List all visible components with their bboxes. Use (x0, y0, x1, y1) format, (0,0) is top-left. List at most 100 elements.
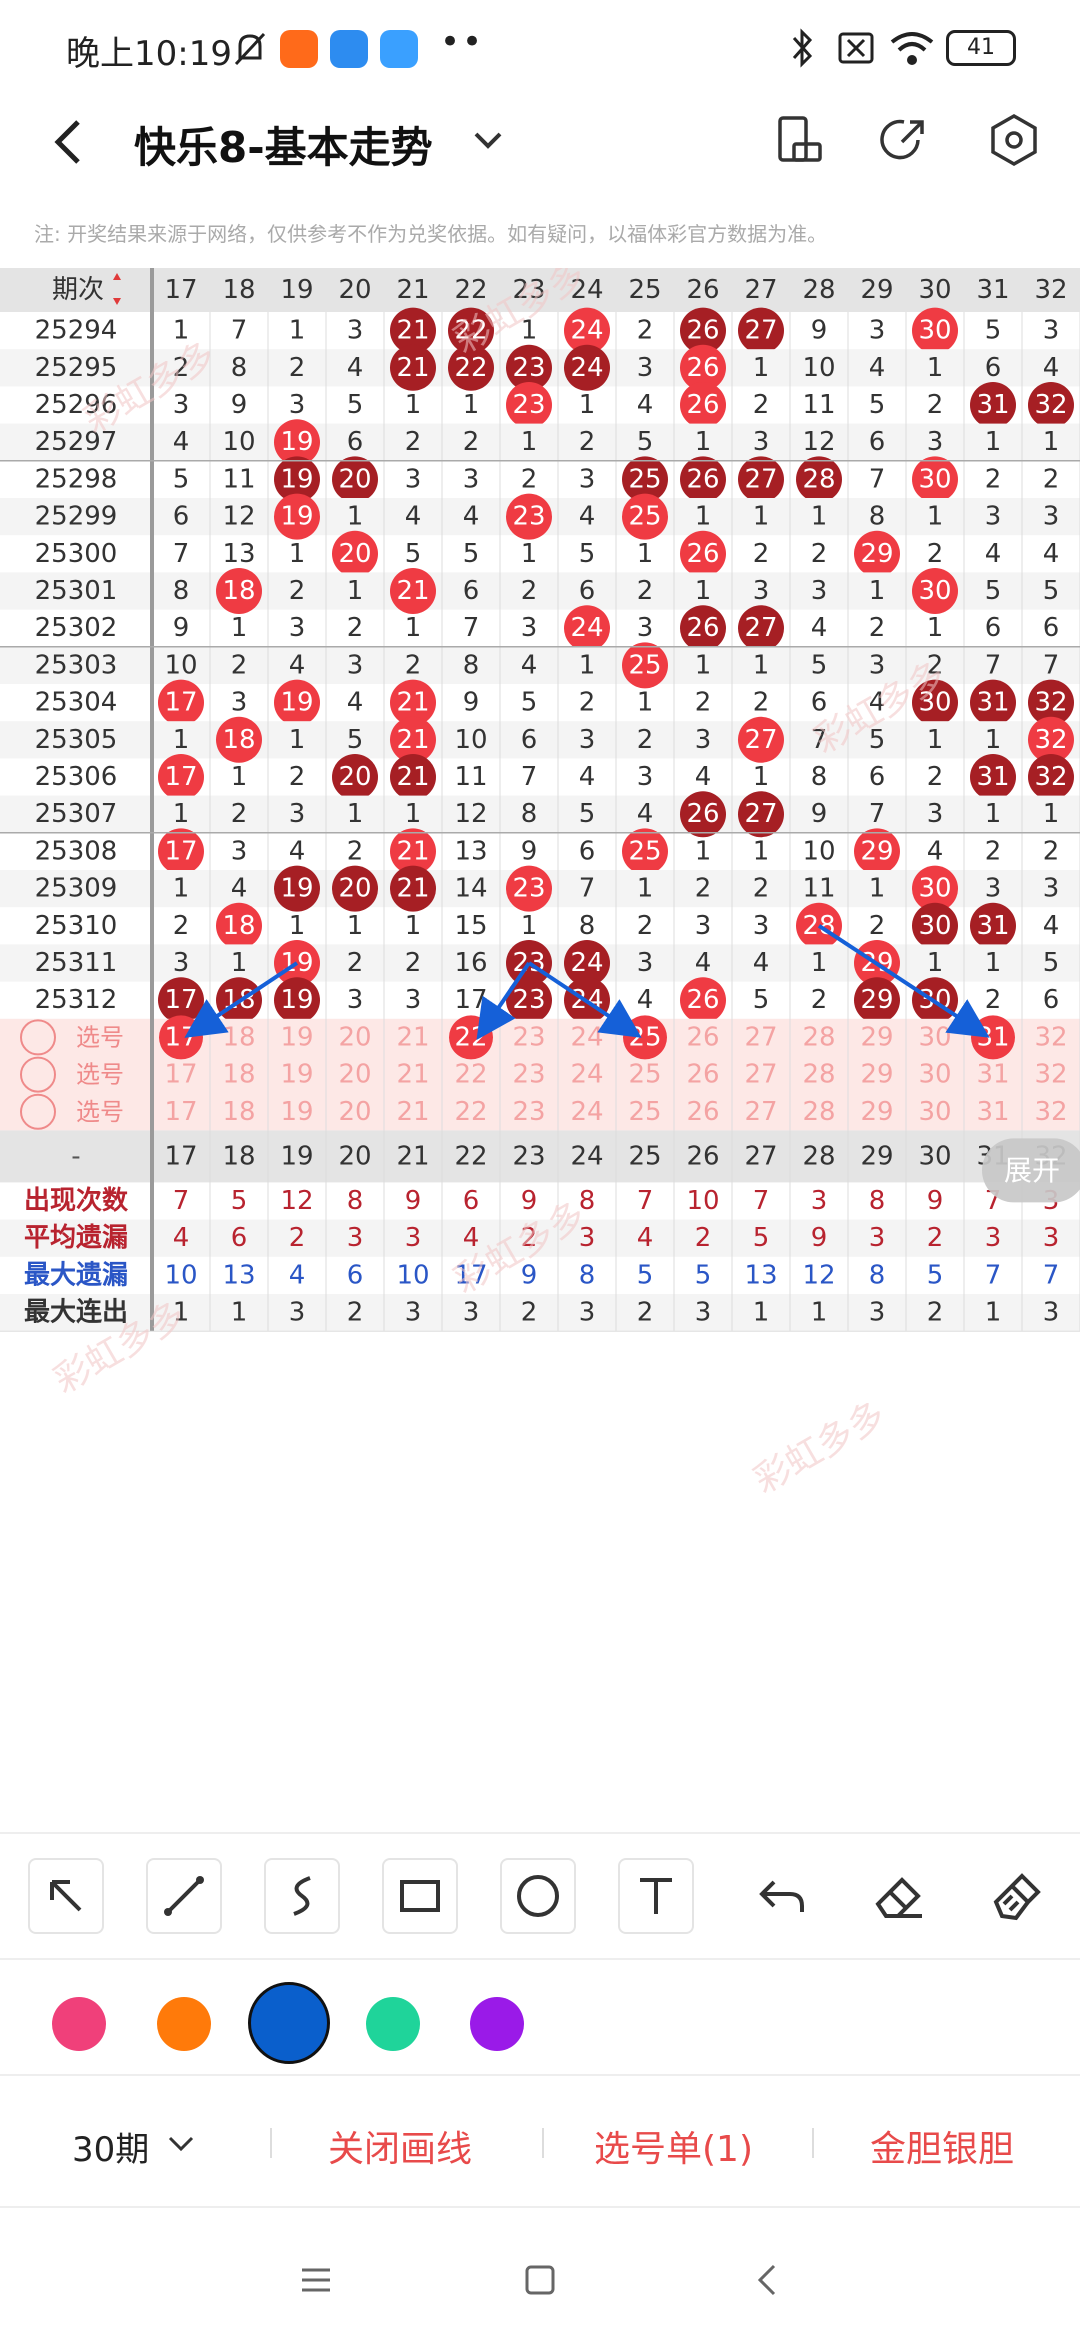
drawn-number[interactable]: 17 (164, 836, 197, 866)
pick-number[interactable]: 32 (1034, 1097, 1067, 1127)
drawn-number[interactable]: 31 (976, 762, 1009, 792)
drawn-number[interactable]: 23 (512, 390, 545, 420)
pick-number[interactable]: 20 (338, 1097, 371, 1127)
drawn-number[interactable]: 17 (164, 762, 197, 792)
drawn-number[interactable]: 32 (1034, 390, 1067, 420)
menu-icon[interactable] (296, 2260, 336, 2300)
pick-number[interactable]: 23 (512, 1022, 545, 1052)
drawn-number[interactable]: 20 (338, 464, 371, 494)
drawn-number[interactable]: 18 (222, 725, 255, 755)
pick-number[interactable]: 26 (686, 1097, 719, 1127)
pick-number[interactable]: 27 (744, 1060, 777, 1090)
circle-tool-button[interactable] (500, 1858, 576, 1934)
drawn-number[interactable]: 30 (918, 576, 951, 606)
pick-number[interactable]: 24 (570, 1097, 603, 1127)
drawn-number[interactable]: 21 (396, 316, 429, 346)
drawn-number[interactable]: 30 (918, 316, 951, 346)
pick-number[interactable]: 23 (512, 1060, 545, 1090)
drawn-number[interactable]: 20 (338, 539, 371, 569)
undo-icon[interactable] (744, 1860, 820, 1936)
eraser-icon[interactable] (862, 1860, 938, 1936)
drawn-number[interactable]: 21 (396, 353, 429, 383)
drawn-number[interactable]: 23 (512, 874, 545, 904)
drawn-number[interactable]: 29 (860, 539, 893, 569)
drawn-number[interactable]: 19 (280, 985, 313, 1015)
pick-number[interactable]: 30 (918, 1022, 951, 1052)
drawn-number[interactable]: 26 (686, 539, 719, 569)
pick-number[interactable]: 18 (222, 1060, 255, 1090)
settings-gear-icon[interactable] (984, 110, 1044, 170)
back-icon[interactable] (748, 2260, 788, 2300)
text-tool-button[interactable] (618, 1858, 694, 1934)
drawn-number[interactable]: 17 (164, 985, 197, 1015)
pick-number[interactable]: 17 (164, 1060, 197, 1090)
drawn-number[interactable]: 31 (976, 390, 1009, 420)
drawn-number[interactable]: 25 (628, 464, 661, 494)
drawn-number[interactable]: 21 (396, 836, 429, 866)
pick-list-button[interactable]: 选号单(1) (594, 2120, 753, 2172)
curve-tool-button[interactable] (264, 1858, 340, 1934)
clear-brush-icon[interactable] (978, 1860, 1054, 1936)
drawn-number[interactable]: 26 (686, 799, 719, 829)
drawn-number[interactable]: 19 (280, 502, 313, 532)
drawn-number[interactable]: 30 (918, 911, 951, 941)
drawn-number[interactable]: 23 (512, 985, 545, 1015)
drawn-number[interactable]: 26 (686, 464, 719, 494)
drawn-number[interactable]: 31 (976, 911, 1009, 941)
pick-number[interactable]: 19 (280, 1022, 313, 1052)
picked-number[interactable]: 17 (164, 1022, 197, 1052)
drawn-number[interactable]: 24 (570, 613, 603, 643)
drawn-number[interactable]: 21 (396, 874, 429, 904)
pick-number[interactable]: 30 (918, 1060, 951, 1090)
drawn-number[interactable]: 25 (628, 502, 661, 532)
pick-number[interactable]: 18 (222, 1022, 255, 1052)
drawn-number[interactable]: 27 (744, 613, 777, 643)
drawn-number[interactable]: 26 (686, 985, 719, 1015)
gold-silver-button[interactable]: 金胆银胆 (870, 2120, 1014, 2172)
chevron-down-icon[interactable] (470, 122, 506, 158)
pick-number[interactable]: 29 (860, 1022, 893, 1052)
drawn-number[interactable]: 19 (280, 874, 313, 904)
drawn-number[interactable]: 31 (976, 688, 1009, 718)
pick-number[interactable]: 29 (860, 1060, 893, 1090)
pick-number[interactable]: 29 (860, 1097, 893, 1127)
pick-label[interactable]: 选号 (76, 1023, 124, 1051)
pick-number[interactable]: 28 (802, 1060, 835, 1090)
drawn-number[interactable]: 24 (570, 948, 603, 978)
pick-number[interactable]: 27 (744, 1097, 777, 1127)
pick-number[interactable]: 28 (802, 1097, 835, 1127)
drawn-number[interactable]: 26 (686, 316, 719, 346)
color-swatch-orange[interactable] (157, 1997, 211, 2051)
pick-number[interactable]: 21 (396, 1060, 429, 1090)
close-lines-button[interactable]: 关闭画线 (328, 2120, 472, 2172)
chevron-down-icon[interactable] (164, 2128, 198, 2158)
select-arrow-tool-button[interactable] (28, 1858, 104, 1934)
drawn-number[interactable]: 28 (802, 464, 835, 494)
pick-number[interactable]: 23 (512, 1097, 545, 1127)
pick-number[interactable]: 21 (396, 1022, 429, 1052)
expand-label[interactable]: 展开 (1004, 1154, 1060, 1187)
drawn-number[interactable]: 24 (570, 353, 603, 383)
pick-number[interactable]: 31 (976, 1060, 1009, 1090)
pick-number[interactable]: 32 (1034, 1060, 1067, 1090)
drawn-number[interactable]: 27 (744, 725, 777, 755)
drawn-number[interactable]: 23 (512, 502, 545, 532)
pick-number[interactable]: 17 (164, 1097, 197, 1127)
pick-label[interactable]: 选号 (76, 1061, 124, 1089)
rectangle-tool-button[interactable] (382, 1858, 458, 1934)
drawn-number[interactable]: 25 (628, 650, 661, 680)
share-icon[interactable] (874, 110, 934, 170)
screen-orientation-icon[interactable] (770, 110, 830, 170)
drawn-number[interactable]: 20 (338, 762, 371, 792)
drawn-number[interactable]: 19 (280, 688, 313, 718)
line-tool-button[interactable] (146, 1858, 222, 1934)
drawn-number[interactable]: 20 (338, 874, 371, 904)
color-swatch-purple[interactable] (470, 1997, 524, 2051)
trend-chart[interactable]: 期次 17 18 19 20 21 22 23 24 25 26 27 28 29 30 31 3225294 1… (0, 268, 1080, 1808)
pick-number[interactable]: 21 (396, 1097, 429, 1127)
picked-number[interactable]: 22 (454, 1022, 487, 1052)
color-swatch-pink[interactable] (52, 1997, 106, 2051)
picked-number[interactable]: 31 (976, 1022, 1009, 1052)
pick-number[interactable]: 24 (570, 1022, 603, 1052)
drawn-number[interactable]: 27 (744, 799, 777, 829)
